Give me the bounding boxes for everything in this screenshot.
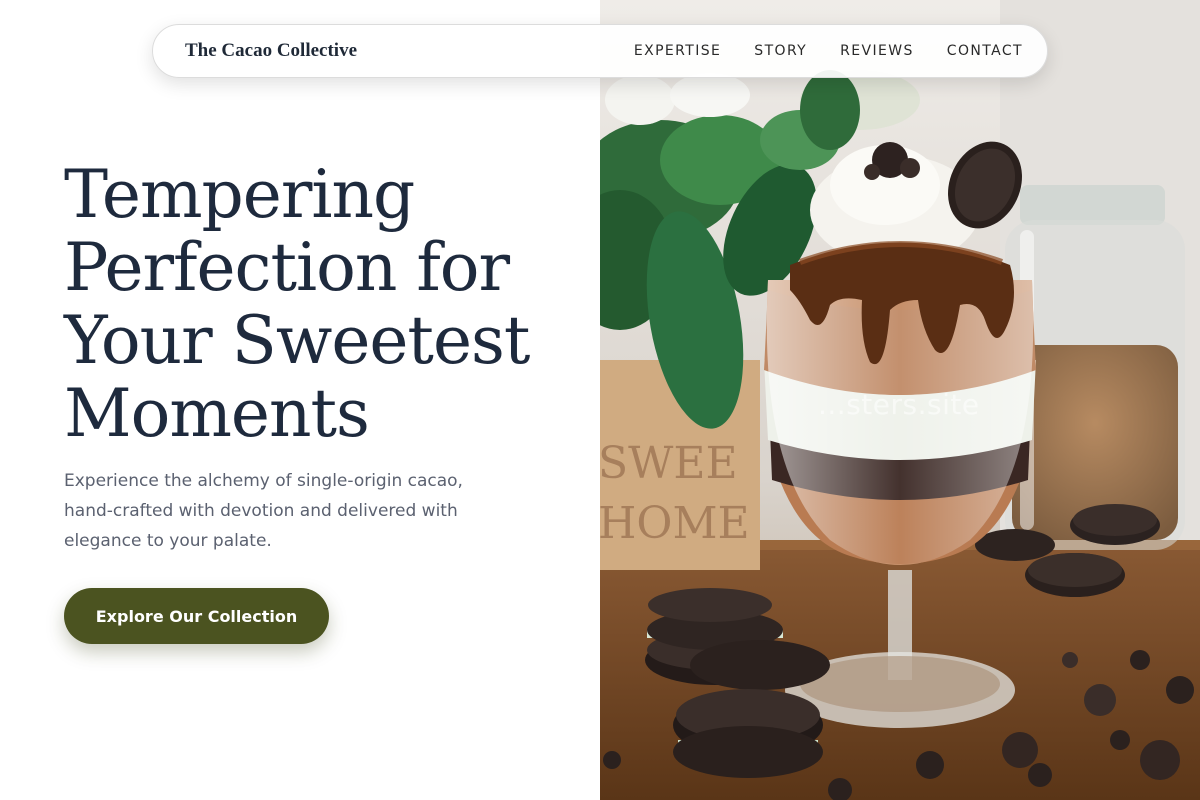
nav-link-story[interactable]: STORY [754, 43, 807, 59]
hero-photo: SWEE HOME ...sters.site [600, 0, 1200, 800]
nav-link-expertise[interactable]: EXPERTISE [634, 43, 721, 59]
subtext-line-2: hand-crafted with devotion and delivered… [64, 501, 458, 521]
nav-link-contact[interactable]: CONTACT [947, 43, 1023, 59]
image-watermark: ...sters.site [818, 388, 980, 421]
sign-text-line-2: HOME [600, 498, 750, 549]
nav-links: EXPERTISE STORY REVIEWS CONTACT [634, 43, 1023, 59]
headline-line-2: Perfection for [64, 229, 510, 306]
headline-line-4: Moments [64, 375, 370, 452]
headline-line-1: Tempering [64, 156, 415, 233]
hero-headline: Tempering Perfection for Your Sweetest M… [64, 158, 584, 450]
sign-text-line-1: SWEE [600, 438, 738, 489]
top-navbar: The Cacao Collective EXPERTISE STORY REV… [152, 24, 1048, 78]
hero-subtext: Experience the alchemy of single-origin … [64, 466, 504, 556]
brand-logo-text[interactable]: The Cacao Collective [185, 40, 357, 62]
subtext-line-3: elegance to your palate. [64, 531, 272, 551]
headline-line-3: Your Sweetest [64, 302, 530, 379]
subtext-line-1: Experience the alchemy of single-origin … [64, 471, 463, 491]
nav-link-reviews[interactable]: REVIEWS [840, 43, 914, 59]
explore-collection-button[interactable]: Explore Our Collection [64, 588, 329, 644]
